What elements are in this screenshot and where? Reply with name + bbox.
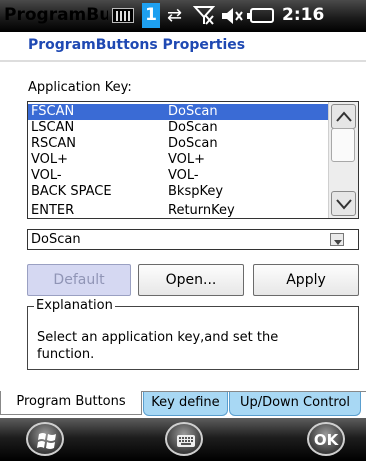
list-item[interactable]: LSCAN DoScan	[28, 120, 330, 136]
list-item-function: DoScan	[168, 136, 218, 151]
scroll-up-button[interactable]	[331, 104, 356, 129]
chevron-up-icon	[336, 111, 352, 122]
tab-program-buttons[interactable]: Program Buttons	[0, 391, 142, 415]
signal-off-icon[interactable]	[192, 4, 216, 31]
list-item-key: RSCAN	[31, 136, 76, 151]
list-item-key: LSCAN	[31, 120, 75, 135]
chevron-down-icon	[336, 199, 352, 210]
volume-icon[interactable]	[220, 5, 244, 31]
list-item[interactable]: VOL+ VOL+	[28, 152, 330, 168]
tab-key-define[interactable]: Key define	[143, 392, 228, 416]
clock-time[interactable]: 2:16	[282, 5, 324, 25]
list-item-key: VOL-	[31, 168, 62, 183]
list-item-function: BkspKey	[168, 184, 224, 199]
explanation-title: Explanation	[34, 298, 115, 313]
open-button[interactable]: Open...	[138, 264, 244, 296]
list-item-function: VOL-	[168, 168, 199, 183]
start-button[interactable]	[26, 422, 64, 456]
sync-icon[interactable]: ⇄	[167, 5, 182, 26]
page-title: ProgramButtons Properties	[28, 37, 246, 53]
application-key-list[interactable]: FSCAN DoScan LSCAN DoScan RSCAN DoScan VOL+…	[27, 101, 359, 219]
list-item[interactable]: ENTER ReturnKey	[28, 203, 330, 218]
list-item[interactable]: RSCAN DoScan	[28, 136, 330, 152]
scroll-thumb[interactable]	[331, 128, 355, 162]
list-item-function: DoScan	[168, 120, 218, 135]
ok-button[interactable]: OK	[307, 422, 345, 456]
notification-count-badge[interactable]: 1	[142, 3, 160, 28]
apply-button[interactable]: Apply	[253, 264, 359, 296]
list-item[interactable]: VOL- VOL-	[28, 168, 330, 184]
function-dropdown[interactable]: DoScan	[27, 229, 359, 250]
list-item[interactable]: BACK SPACE BkspKey	[28, 184, 330, 200]
list-item-key: FSCAN	[31, 104, 75, 119]
input-panel-icon[interactable]	[112, 8, 134, 23]
list-item-key: ENTER	[31, 203, 75, 218]
default-button[interactable]: Default	[27, 264, 131, 296]
list-item[interactable]: FSCAN DoScan	[28, 104, 330, 120]
keyboard-icon	[177, 435, 195, 447]
keyboard-button[interactable]	[165, 422, 203, 456]
list-item-key: BACK SPACE	[31, 184, 112, 199]
scroll-down-button[interactable]	[331, 191, 356, 216]
list-item-function: ReturnKey	[168, 203, 235, 218]
dropdown-arrow-icon[interactable]	[330, 233, 344, 246]
tab-up-down-control[interactable]: Up/Down Control	[229, 392, 361, 416]
header-divider	[0, 60, 366, 62]
explanation-text: Select an application key,and set the fu…	[37, 330, 279, 362]
app-title: ProgramButto	[4, 5, 108, 25]
list-item-function: DoScan	[168, 104, 218, 119]
list-item-key: VOL+	[31, 152, 69, 167]
list-item-function: VOL+	[168, 152, 206, 167]
battery-icon[interactable]	[247, 8, 274, 23]
windows-logo-icon	[37, 433, 56, 449]
application-key-label: Application Key:	[28, 80, 132, 95]
